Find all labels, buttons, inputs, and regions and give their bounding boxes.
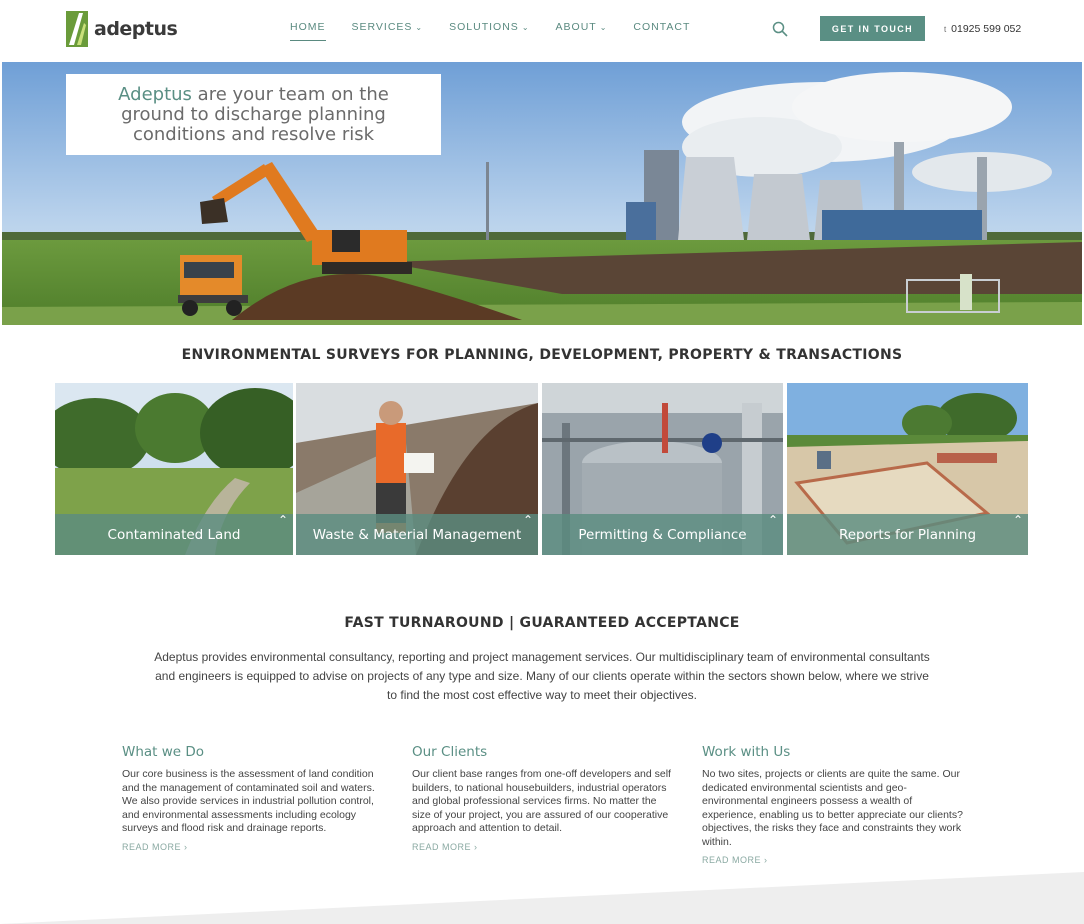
tile-label: Permitting & Compliance — [542, 514, 783, 555]
read-more-link[interactable]: READ MORE › — [412, 842, 674, 852]
services-heading: ENVIRONMENTAL SURVEYS FOR PLANNING, DEVE… — [181, 347, 903, 363]
service-tiles: Contaminated Land ⌃ Waste & Material Man… — [55, 383, 1028, 555]
tile-contaminated-land[interactable]: Contaminated Land ⌃ — [55, 383, 293, 555]
tile-label: Reports for Planning — [787, 514, 1028, 555]
search-icon[interactable] — [772, 21, 788, 37]
tile-permitting-compliance[interactable]: Permitting & Compliance ⌃ — [542, 383, 783, 555]
logo-text: adeptus — [94, 18, 178, 40]
site-header: adeptus HOME SERVICES ⌄ SOLUTIONS ⌄ ABOUT ⌄… — [0, 0, 1084, 60]
turnaround-heading: FAST TURNAROUND | GUARANTEED ACCEPTANCE — [344, 615, 740, 631]
phone-prefix: t — [944, 25, 947, 34]
column-what-we-do: What we Do Our core business is the asse… — [122, 744, 384, 852]
column-title: What we Do — [122, 744, 205, 760]
get-in-touch-button[interactable]: GET IN TOUCH — [820, 16, 925, 41]
hero-tagline: Adeptus are your team on the ground to d… — [104, 83, 404, 145]
tile-label: Contaminated Land — [55, 514, 293, 555]
main-nav: HOME SERVICES ⌄ SOLUTIONS ⌄ ABOUT ⌄ CONTACT — [290, 21, 716, 41]
column-work-with-us: Work with Us No two sites, projects or c… — [702, 744, 964, 865]
nav-services[interactable]: SERVICES ⌄ — [352, 21, 424, 41]
column-title: Work with Us — [702, 744, 791, 760]
column-our-clients: Our Clients Our client base ranges from … — [412, 744, 674, 852]
column-text: Our client base ranges from one-off deve… — [412, 768, 671, 834]
tile-label: Waste & Material Management — [296, 514, 538, 555]
logo-mark-icon — [66, 11, 88, 47]
nav-contact[interactable]: CONTACT — [633, 21, 690, 41]
hero-brand-word: Adeptus — [118, 83, 192, 105]
column-title: Our Clients — [412, 744, 488, 760]
column-text: Our core business is the assessment of l… — [122, 768, 375, 834]
tile-reports-for-planning[interactable]: Reports for Planning ⌃ — [787, 383, 1028, 555]
nav-about[interactable]: ABOUT ⌄ — [556, 21, 608, 41]
hero-banner: Adeptus are your team on the ground to d… — [2, 62, 1082, 325]
chevron-up-icon: ⌃ — [767, 513, 778, 527]
phone-number[interactable]: t 01925 599 052 — [944, 23, 1021, 35]
chevron-up-icon: ⌃ — [522, 513, 533, 527]
chevron-up-icon: ⌃ — [1012, 513, 1023, 527]
chevron-down-icon: ⌄ — [599, 23, 608, 32]
column-text: No two sites, projects or clients are qu… — [702, 768, 963, 848]
read-more-link[interactable]: READ MORE › — [702, 855, 964, 865]
tile-waste-material[interactable]: Waste & Material Management ⌃ — [296, 383, 538, 555]
chevron-up-icon: ⌃ — [277, 513, 288, 527]
hero-tagline-box: Adeptus are your team on the ground to d… — [66, 74, 441, 155]
nav-home[interactable]: HOME — [290, 21, 326, 41]
nav-solutions[interactable]: SOLUTIONS ⌄ — [449, 21, 529, 41]
chevron-down-icon: ⌄ — [521, 23, 530, 32]
chevron-down-icon: ⌄ — [415, 23, 424, 32]
logo[interactable]: adeptus — [66, 11, 178, 47]
read-more-link[interactable]: READ MORE › — [122, 842, 384, 852]
intro-paragraph: Adeptus provides environmental consultan… — [154, 650, 930, 702]
phone-value: 01925 599 052 — [951, 23, 1022, 35]
footer-divider-shape — [0, 872, 1084, 924]
